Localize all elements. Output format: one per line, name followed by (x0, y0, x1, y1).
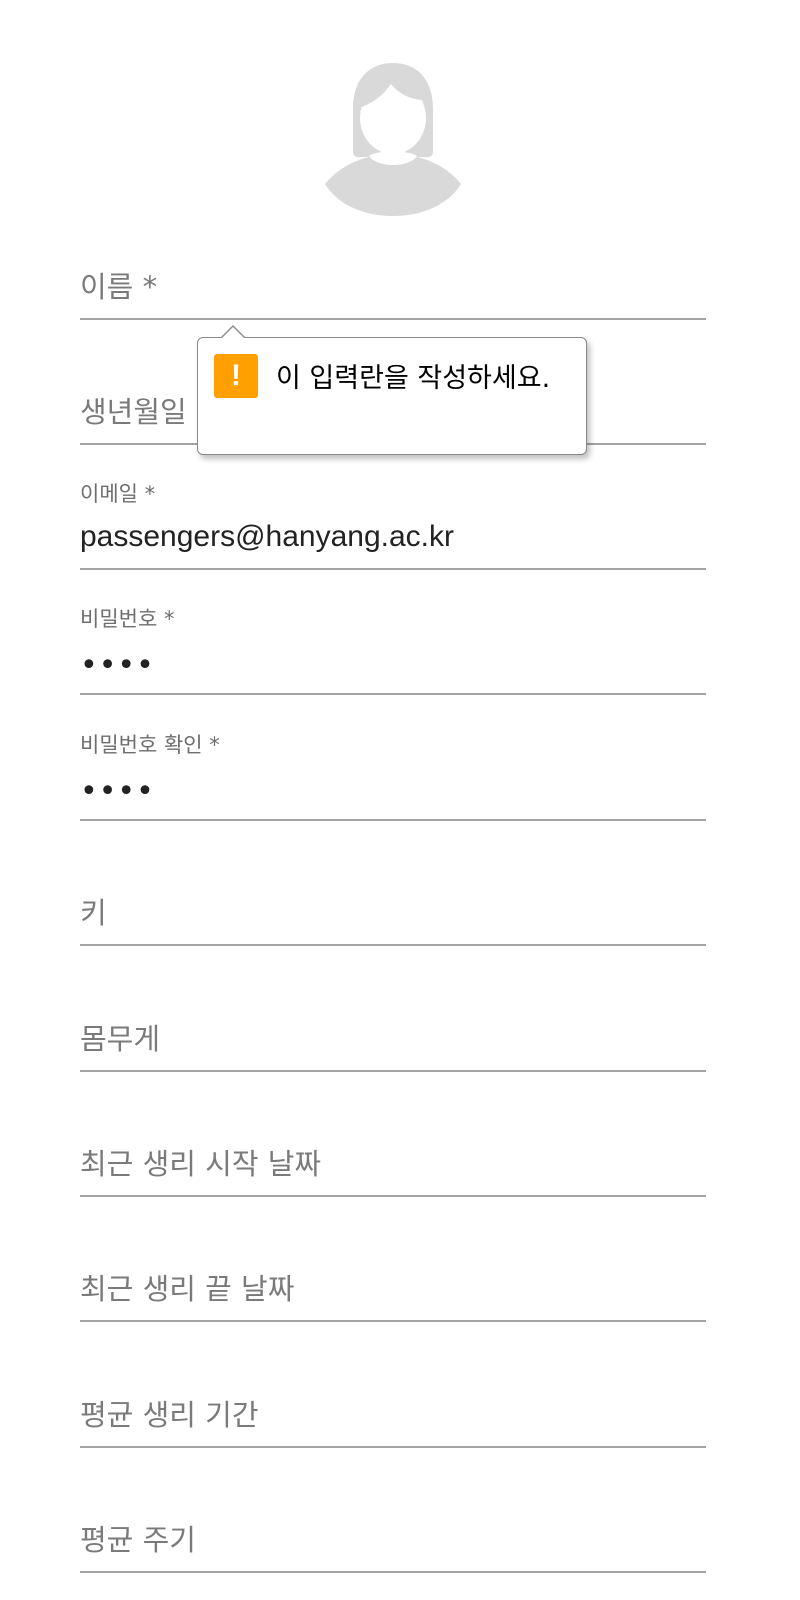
password-field[interactable]: 비밀번호 * •••• (80, 607, 706, 695)
password-value: •••• (80, 648, 155, 683)
email-label: 이메일 * (80, 482, 156, 506)
last-period-start-field[interactable]: 최근 생리 시작 날짜 (80, 1117, 706, 1197)
avg-period-length-placeholder: 평균 생리 기간 (80, 1398, 259, 1432)
warning-icon: ! (214, 354, 258, 398)
last-period-end-field[interactable]: 최근 생리 끝 날짜 (80, 1242, 706, 1322)
weight-placeholder: 몸무게 (80, 1022, 161, 1056)
height-placeholder: 키 (80, 896, 107, 930)
avg-period-length-field[interactable]: 평균 생리 기간 (80, 1368, 706, 1448)
password-label: 비밀번호 * (80, 607, 175, 631)
weight-field[interactable]: 몸무게 (80, 992, 706, 1072)
password-confirm-label: 비밀번호 확인 * (80, 733, 220, 757)
last-period-end-placeholder: 최근 생리 끝 날짜 (80, 1272, 295, 1306)
validation-tooltip: ! 이 입력란을 작성하세요. (197, 325, 587, 455)
avg-cycle-placeholder: 평균 주기 (80, 1523, 196, 1557)
email-value: passengers@hanyang.ac.kr (80, 520, 455, 553)
birthdate-placeholder: 생년월일 (80, 395, 187, 429)
email-field[interactable]: 이메일 * passengers@hanyang.ac.kr (80, 482, 706, 570)
name-field[interactable]: 이름 * (80, 240, 706, 320)
validation-message: 이 입력란을 작성하세요. (276, 363, 551, 394)
last-period-start-placeholder: 최근 생리 시작 날짜 (80, 1147, 322, 1181)
password-confirm-field[interactable]: 비밀번호 확인 * •••• (80, 733, 706, 821)
height-field[interactable]: 키 (80, 866, 706, 946)
password-confirm-value: •••• (80, 774, 155, 809)
tooltip-arrow-fill (221, 327, 245, 339)
name-placeholder: 이름 * (80, 270, 158, 304)
female-avatar-icon (325, 63, 461, 216)
avg-cycle-field[interactable]: 평균 주기 (80, 1493, 706, 1573)
